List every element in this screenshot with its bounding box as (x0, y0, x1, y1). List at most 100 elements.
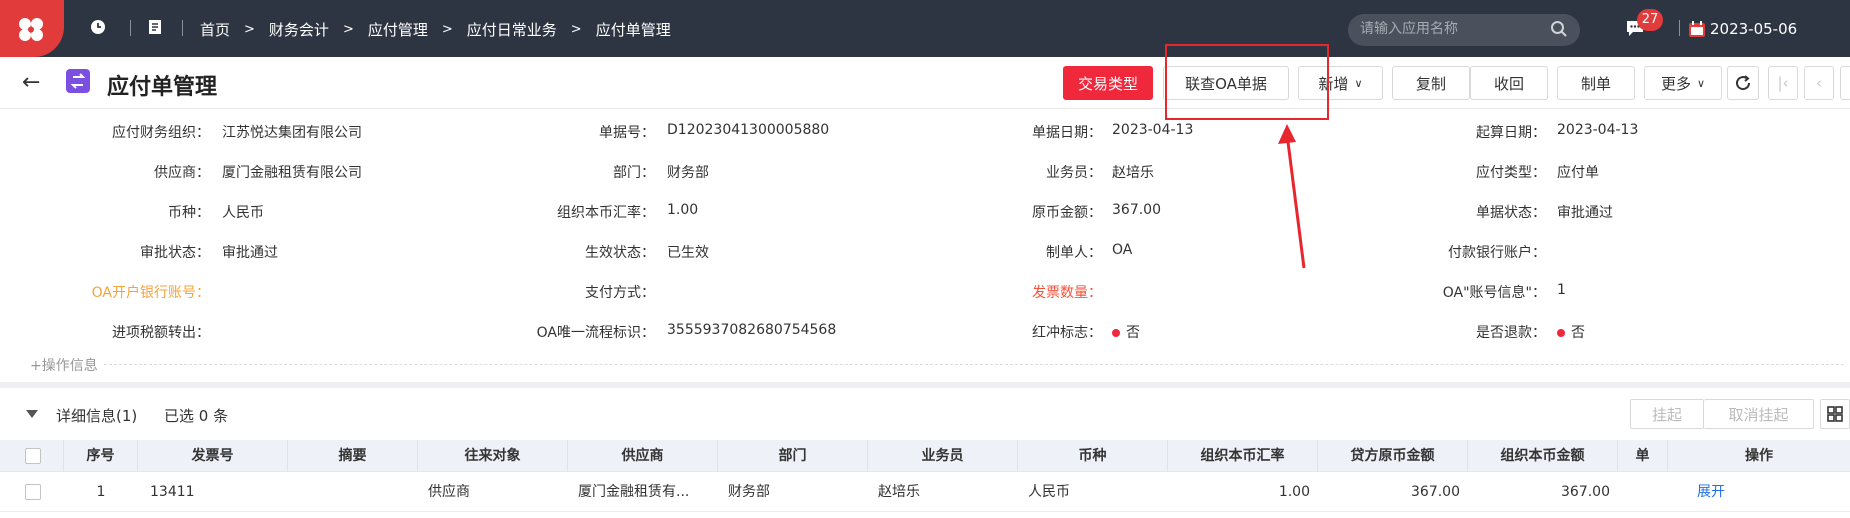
prev-page-button[interactable]: ‹ (1804, 66, 1834, 100)
breadcrumb-item-daily[interactable]: 应付日常业务 (467, 19, 557, 40)
column-header[interactable]: 组织本币金额 (1468, 440, 1618, 472)
column-header[interactable]: 单 (1618, 440, 1668, 472)
rate-label: 组织本币汇率： (557, 205, 655, 221)
detail-title[interactable]: 详细信息(1) (56, 405, 137, 426)
effect-value[interactable]: 已生效 (667, 242, 709, 262)
select-all-cell (0, 440, 64, 472)
transfer-icon (66, 69, 90, 93)
billstatus-value[interactable]: 审批通过 (1557, 202, 1613, 222)
amount-value[interactable]: 367.00 (1112, 202, 1161, 218)
oaacctinfo-label: OA"账号信息"： (1442, 285, 1546, 301)
approve-label: 审批状态： (140, 245, 210, 261)
startdate-value[interactable]: 2023-04-13 (1557, 122, 1638, 138)
supplier-value[interactable]: 厦门金融租赁有限公司 (222, 162, 362, 182)
cell-seq: 1 (96, 484, 106, 500)
chevron-left-icon: ‹ (1816, 74, 1822, 92)
hang-button[interactable]: 挂起 (1630, 399, 1704, 429)
more-dropdown-button[interactable]: 更多 ∨ (1644, 66, 1722, 100)
rate-value[interactable]: 1.00 (667, 202, 698, 218)
search-icon[interactable] (1550, 20, 1568, 42)
column-header[interactable]: 币种 (1018, 440, 1168, 472)
date-display[interactable]: 2023-05-06 (1688, 20, 1797, 38)
row-checkbox[interactable] (25, 484, 41, 500)
billdate-label: 单据日期： (1032, 125, 1102, 141)
make-bill-button[interactable]: 制单 (1557, 66, 1635, 100)
dept-value[interactable]: 财务部 (667, 162, 709, 182)
copy-button[interactable]: 复制 (1392, 66, 1470, 100)
breadcrumb-item-current[interactable]: 应付单管理 (596, 19, 671, 40)
refund-label: 是否退款： (1476, 325, 1546, 341)
cell-salesman: 赵培乐 (878, 484, 920, 500)
column-header[interactable]: 业务员 (868, 440, 1018, 472)
chevron-right-icon: > (244, 22, 255, 37)
app-search-input[interactable] (1360, 21, 1540, 37)
breadcrumb-item-home[interactable]: 首页 (200, 19, 230, 40)
recall-button[interactable]: 收回 (1470, 66, 1548, 100)
refund-value[interactable]: 否 (1557, 322, 1585, 342)
redflag-value[interactable]: 否 (1112, 322, 1140, 342)
salesman-label: 业务员： (1046, 165, 1102, 181)
unhang-button[interactable]: 取消挂起 (1704, 399, 1814, 429)
maker-label: 制单人： (1046, 245, 1102, 261)
billno-value[interactable]: D12023041300005880 (667, 122, 829, 138)
dept-label: 部门： (613, 165, 655, 181)
chevron-down-icon: ∨ (1696, 76, 1706, 90)
chevron-right-icon: > (441, 22, 453, 37)
redflag-text: 否 (1126, 325, 1140, 341)
expand-link[interactable]: 展开 (1697, 472, 1757, 512)
grid-settings-button[interactable] (1820, 399, 1850, 429)
currency-label: 币种： (168, 205, 210, 221)
column-header[interactable]: 摘要 (288, 440, 418, 472)
select-all-checkbox[interactable] (25, 448, 41, 464)
first-page-button[interactable]: |‹ (1768, 66, 1798, 100)
highlight-box (1165, 44, 1329, 120)
refresh-button[interactable] (1727, 66, 1759, 100)
currency-value[interactable]: 人民币 (222, 202, 264, 222)
cell-supplier: 厦门金融租赁有... (578, 484, 690, 500)
column-header[interactable]: 组织本币汇率 (1168, 440, 1318, 472)
more-button-label: 更多 (1660, 74, 1691, 93)
trade-type-button[interactable]: 交易类型 (1063, 66, 1153, 100)
cell-currency: 人民币 (1028, 484, 1070, 500)
org-label: 应付财务组织： (112, 125, 210, 141)
next-page-button[interactable]: › (1840, 66, 1850, 100)
breadcrumb-item-finance[interactable]: 财务会计 (269, 19, 329, 40)
column-header[interactable]: 部门 (718, 440, 868, 472)
column-header[interactable]: 往来对象 (418, 440, 568, 472)
org-value[interactable]: 江苏悦达集团有限公司 (222, 122, 362, 142)
effect-label: 生效状态： (585, 245, 655, 261)
paytype-value[interactable]: 应付单 (1557, 162, 1599, 182)
oaflow-value[interactable]: 3555937082680754568 (667, 322, 836, 338)
column-header[interactable]: 贷方原币金额 (1318, 440, 1468, 472)
first-page-icon: |‹ (1777, 74, 1789, 92)
billdate-value[interactable]: 2023-04-13 (1112, 122, 1193, 138)
chevron-right-icon: > (570, 22, 582, 37)
document-icon[interactable] (148, 19, 162, 39)
amount-label: 原币金额： (1032, 205, 1102, 221)
app-search-box (1348, 14, 1580, 46)
detail-section-header: 详细信息(1) 已选 0 条 挂起 取消挂起 (0, 388, 1850, 440)
operation-info-toggle[interactable]: +操作信息 (30, 355, 98, 375)
paytype-label: 应付类型： (1476, 165, 1546, 181)
column-header[interactable]: 发票号 (138, 440, 288, 472)
message-count-badge: 27 (1637, 9, 1663, 31)
divider (104, 364, 1844, 365)
bankacct-label: 付款银行账户： (1448, 245, 1546, 261)
maker-value[interactable]: OA (1112, 242, 1132, 258)
approve-value[interactable]: 审批通过 (222, 242, 278, 262)
collapse-triangle-icon[interactable] (26, 410, 38, 418)
oabank-label: OA开户银行账号： (91, 285, 210, 301)
refund-text: 否 (1571, 325, 1585, 341)
column-header[interactable]: 序号 (64, 440, 138, 472)
chevron-down-icon: ∨ (1354, 76, 1363, 90)
startdate-label: 起算日期： (1476, 125, 1546, 141)
oaacctinfo-value[interactable]: 1 (1557, 282, 1566, 298)
separator (1679, 20, 1680, 36)
clock-icon[interactable] (90, 19, 106, 39)
app-logo[interactable] (0, 0, 64, 57)
table-row[interactable]: 1 13411 供应商 厦门金融租赁有... 财务部 赵培乐 人民币 1.00 … (0, 472, 1850, 512)
breadcrumb-item-payable[interactable]: 应付管理 (368, 19, 428, 40)
back-arrow-icon[interactable]: ← (22, 70, 40, 95)
salesman-value[interactable]: 赵培乐 (1112, 162, 1154, 182)
column-header[interactable]: 供应商 (568, 440, 718, 472)
